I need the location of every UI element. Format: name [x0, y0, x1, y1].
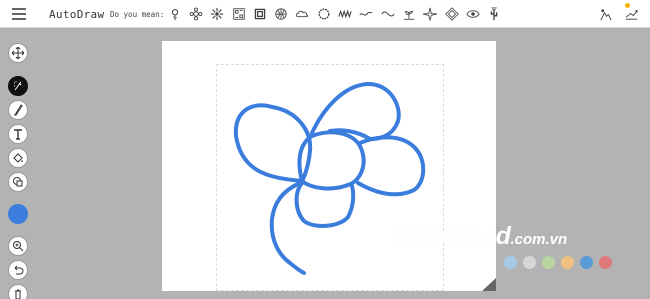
undo-button[interactable]	[8, 260, 28, 280]
suggestion-eye-icon[interactable]	[462, 5, 483, 23]
suggestion-swirl-icon[interactable]	[356, 5, 377, 23]
suggestion-cactus-icon[interactable]	[483, 5, 504, 23]
did-you-mean-label: Do you mean:	[110, 10, 165, 19]
top-bar: AutoDraw Do you mean:	[0, 0, 650, 28]
header-actions	[596, 5, 640, 23]
suggestion-flower-icon[interactable]	[164, 5, 185, 23]
zoom-tool-button[interactable]	[8, 236, 28, 256]
watermark: Download.com.vn	[395, 222, 567, 251]
watermark-dot	[599, 256, 612, 269]
share-icon[interactable]	[622, 5, 640, 23]
suggestion-strip	[164, 5, 505, 23]
app-title: AutoDraw	[49, 8, 105, 21]
watermark-dot	[542, 256, 555, 269]
suggestion-ornament-icon[interactable]	[228, 5, 249, 23]
delete-icon	[15, 289, 21, 299]
watermark-dot	[561, 256, 574, 269]
fill-icon	[13, 153, 23, 163]
watermark-main: Download	[395, 222, 511, 250]
watermark-dot	[504, 256, 517, 269]
move-icon	[12, 47, 24, 59]
watermark-suffix: .com.vn	[510, 231, 568, 248]
autodraw-icon	[14, 81, 22, 91]
watermark-dot	[523, 256, 536, 269]
artists-icon[interactable]	[596, 5, 614, 23]
menu-icon[interactable]	[12, 8, 26, 20]
type-tool-button[interactable]	[8, 124, 28, 144]
suggestion-wave-icon[interactable]	[377, 5, 398, 23]
left-toolbar	[0, 28, 36, 299]
canvas-resize-handle[interactable]	[482, 278, 496, 291]
shape-tool-button[interactable]	[8, 172, 28, 192]
shape-icon	[13, 177, 23, 187]
suggestion-zigzag-icon[interactable]	[334, 5, 355, 23]
watermark-dots	[504, 256, 612, 269]
autodraw-tool-button[interactable]	[8, 76, 28, 96]
suggestion-diamond-ornament-icon[interactable]	[441, 5, 462, 23]
suggestion-wreath-icon[interactable]	[313, 5, 334, 23]
suggestion-basketball-icon[interactable]	[270, 5, 291, 23]
type-icon	[14, 129, 22, 140]
flower-sketch	[233, 81, 426, 275]
suggestion-daisy-icon[interactable]	[207, 5, 228, 23]
undo-icon	[14, 265, 24, 275]
move-tool-button[interactable]	[8, 43, 28, 63]
suggestion-pattern-icon[interactable]	[249, 5, 270, 23]
suggestion-sunflower-icon[interactable]	[185, 5, 206, 23]
suggestion-sprout-icon[interactable]	[398, 5, 419, 23]
delete-button[interactable]	[8, 284, 28, 299]
watermark-dot	[580, 256, 593, 269]
notification-dot	[625, 3, 630, 8]
color-picker-button[interactable]	[8, 204, 28, 224]
suggestion-compass-rose-icon[interactable]	[420, 5, 441, 23]
zoom-icon	[13, 241, 24, 252]
draw-tool-button[interactable]	[8, 100, 28, 120]
draw-icon	[14, 104, 23, 116]
fill-tool-button[interactable]	[8, 148, 28, 168]
suggestion-cloud-icon[interactable]	[292, 5, 313, 23]
